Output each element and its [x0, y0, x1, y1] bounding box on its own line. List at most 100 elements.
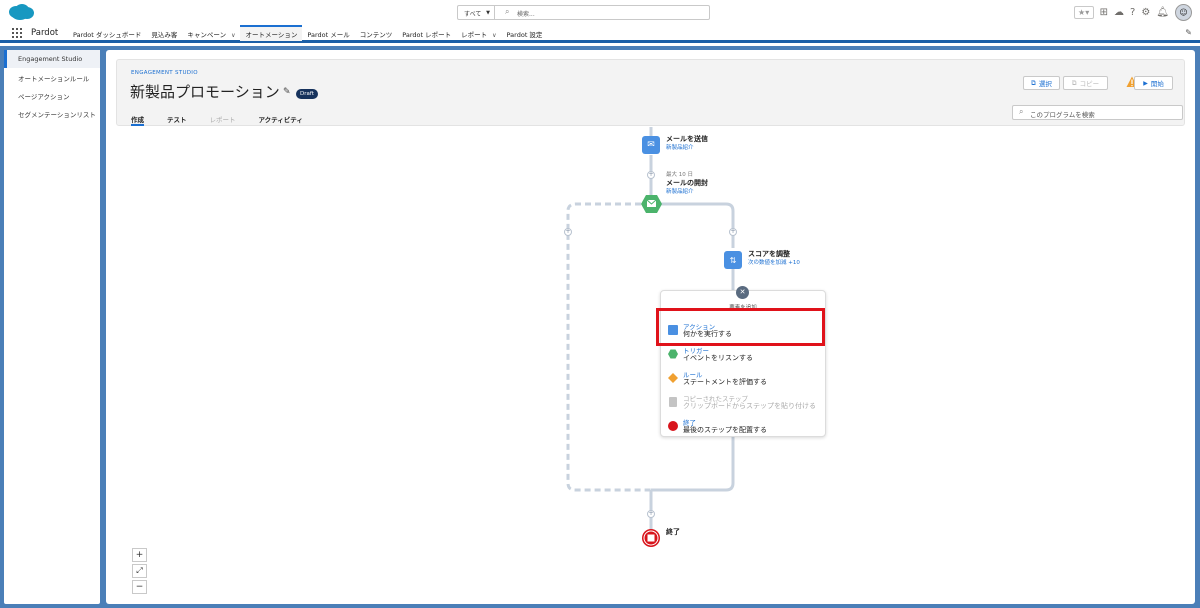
sidebar-item-engagement-studio[interactable]: Engagement Studio [4, 50, 100, 68]
add-icon[interactable]: ⊞ [1100, 7, 1108, 18]
end-node[interactable] [641, 528, 661, 548]
help-icon[interactable]: ? [1130, 7, 1135, 18]
global-search-input[interactable]: ⌕ 検索... [499, 6, 709, 19]
nav-item-pardot-settings[interactable]: Pardot 設定 [502, 25, 548, 41]
search-scope-select[interactable]: すべて ▼ [458, 6, 495, 19]
copy-button-label: コピー [1079, 80, 1100, 88]
nav-item-automation[interactable]: オートメーション [240, 25, 303, 41]
select-button-label: 選択 [1038, 80, 1052, 88]
nav-item-pardot-dashboard[interactable]: Pardot ダッシュボード [68, 25, 146, 41]
page-title: 新製品プロモーション [130, 83, 280, 101]
nav-item-label: オートメーション [245, 31, 298, 39]
chevron-down-icon[interactable]: ∨ [231, 32, 235, 39]
tab-test[interactable]: テスト [167, 112, 187, 126]
automation-sidebar: Engagement Studio オートメーションルール ページアクション セ… [4, 50, 100, 604]
favorites-star-icon[interactable]: ★▾ [1073, 6, 1094, 19]
header-utility-icons: ★▾ ⊞ ☁ ? ⚙ 🔔︎ ☺ [1073, 3, 1192, 22]
zoom-out-button[interactable]: − [132, 580, 147, 594]
end-icon [668, 421, 678, 431]
add-element-copied-desc: クリップボードからステップを貼り付ける [683, 402, 816, 410]
flow-canvas[interactable]: ✉ メールを送信 新製品紹介 + 最大 10 日 メールの開封 新製品紹介 + … [116, 127, 1185, 597]
add-element-end[interactable]: 終了 最後のステップを配置する [666, 417, 822, 437]
add-element-trigger[interactable]: トリガー イベントをリスンする [666, 345, 822, 365]
sidebar-item-label: セグメンテーションリスト [18, 111, 96, 119]
add-element-copied-step: コピーされたステップ クリップボードからステップを貼り付ける [666, 393, 822, 413]
email-open-subtitle[interactable]: 新製品紹介 [666, 187, 694, 195]
tab-activity[interactable]: アクティビティ [259, 112, 303, 126]
notifications-bell-icon[interactable]: 🔔︎ [1156, 7, 1169, 18]
search-scope-label: すべて [464, 11, 482, 18]
trigger-icon [668, 349, 678, 359]
nav-item-label: キャンペーン [187, 31, 227, 39]
tab-build[interactable]: 作成 [131, 112, 144, 126]
app-name: Pardot [31, 28, 59, 38]
nav-item-label: Pardot メール [307, 31, 350, 39]
adjust-score-subtitle[interactable]: 次の数値を加減 +10 [748, 258, 800, 266]
nav-item-label: コンテンツ [359, 31, 393, 39]
add-step-plus-icon[interactable]: + [564, 228, 572, 236]
app-launcher-icon[interactable] [12, 28, 22, 38]
sidebar-item-label: ページアクション [18, 93, 70, 101]
app-navbar: Pardot Pardot ダッシュボード 見込み客 キャンペーン ∨ オートメー… [0, 25, 1200, 43]
play-icon: ▶ [1143, 79, 1148, 87]
end-node-title: 終了 [666, 528, 680, 536]
add-step-plus-icon[interactable]: + [729, 228, 737, 236]
sidebar-item-label: オートメーションルール [18, 75, 90, 83]
program-search-input[interactable]: ⌕ このプログラムを検索 [1012, 105, 1183, 120]
sidebar-item-page-actions[interactable]: ページアクション [4, 86, 100, 104]
send-email-node[interactable]: ✉ [642, 136, 660, 154]
global-search: すべて ▼ ⌕ 検索... [457, 5, 710, 20]
nav-item-label: レポート [461, 31, 488, 39]
send-email-subtitle[interactable]: 新製品紹介 [666, 143, 694, 151]
program-search-placeholder: このプログラムを検索 [1030, 111, 1095, 119]
trailhead-icon[interactable]: ☁ [1114, 7, 1124, 18]
add-element-rule-desc: ステートメントを評価する [683, 378, 767, 386]
sidebar-item-segmentation-lists[interactable]: セグメンテーションリスト [4, 104, 100, 122]
global-header: すべて ▼ ⌕ 検索... ★▾ ⊞ ☁ ? ⚙ 🔔︎ ☺ [0, 0, 1200, 25]
program-header: ENGAGEMENT STUDIO 新製品プロモーション ✎ Draft 作成 … [116, 59, 1185, 126]
nav-item-reports[interactable]: レポート ∨ [456, 25, 501, 41]
annotation-highlight-box [656, 308, 825, 346]
envelope-icon: ✉ [647, 140, 655, 150]
salesforce-logo[interactable] [7, 3, 35, 21]
nav-item-label: Pardot ダッシュボード [73, 31, 142, 39]
adjust-score-node[interactable]: ⇅ [724, 251, 742, 269]
nav-item-label: Pardot レポート [402, 31, 452, 39]
nav-items: Pardot ダッシュボード 見込み客 キャンペーン ∨ オートメーション Par… [68, 25, 547, 41]
avatar-icon[interactable]: ☺ [1175, 4, 1192, 21]
sidebar-item-label: Engagement Studio [18, 55, 83, 63]
setup-gear-icon[interactable]: ⚙ [1141, 7, 1150, 18]
chevron-down-icon: ▼ [486, 10, 490, 16]
nav-item-pardot-email[interactable]: Pardot メール [302, 25, 354, 41]
add-step-plus-icon[interactable]: + [647, 171, 655, 179]
search-icon: ⌕ [1019, 107, 1024, 116]
chevron-down-icon[interactable]: ∨ [492, 32, 496, 39]
start-button[interactable]: ▶ 開始 [1134, 76, 1173, 90]
nav-item-pardot-reports[interactable]: Pardot レポート [397, 25, 456, 41]
nav-item-content[interactable]: コンテンツ [355, 25, 398, 41]
add-element-end-desc: 最後のステップを配置する [683, 426, 767, 434]
search-icon: ⌕ [505, 7, 510, 16]
email-open-wait: 最大 10 日 [666, 172, 693, 178]
clipboard-icon [669, 397, 677, 407]
select-button[interactable]: ⧉ 選択 [1023, 76, 1060, 90]
email-open-trigger-node[interactable] [641, 194, 662, 214]
edit-nav-pencil-icon[interactable]: ✎ [1185, 28, 1192, 37]
nav-item-campaigns[interactable]: キャンペーン ∨ [182, 25, 240, 41]
close-icon[interactable]: ✕ [736, 286, 749, 299]
zoom-in-button[interactable]: + [132, 548, 147, 562]
sidebar-item-automation-rules[interactable]: オートメーションルール [4, 68, 100, 86]
page-eyebrow: ENGAGEMENT STUDIO [131, 70, 198, 76]
zoom-fit-button[interactable]: ⤢ [132, 564, 147, 578]
add-step-plus-icon[interactable]: + [647, 510, 655, 518]
main-panel: ENGAGEMENT STUDIO 新製品プロモーション ✎ Draft 作成 … [106, 50, 1195, 604]
score-adjust-icon: ⇅ [729, 255, 737, 265]
add-element-trigger-desc: イベントをリスンする [683, 354, 753, 362]
select-icon: ⧉ [1031, 78, 1036, 87]
program-tabs: 作成 テスト レポート アクティビティ [131, 112, 326, 126]
start-button-label: 開始 [1150, 80, 1164, 88]
add-element-rule[interactable]: ルール ステートメントを評価する [666, 369, 822, 389]
edit-pencil-icon[interactable]: ✎ [283, 87, 291, 97]
rule-icon [668, 373, 678, 383]
nav-item-prospects[interactable]: 見込み客 [146, 25, 182, 41]
